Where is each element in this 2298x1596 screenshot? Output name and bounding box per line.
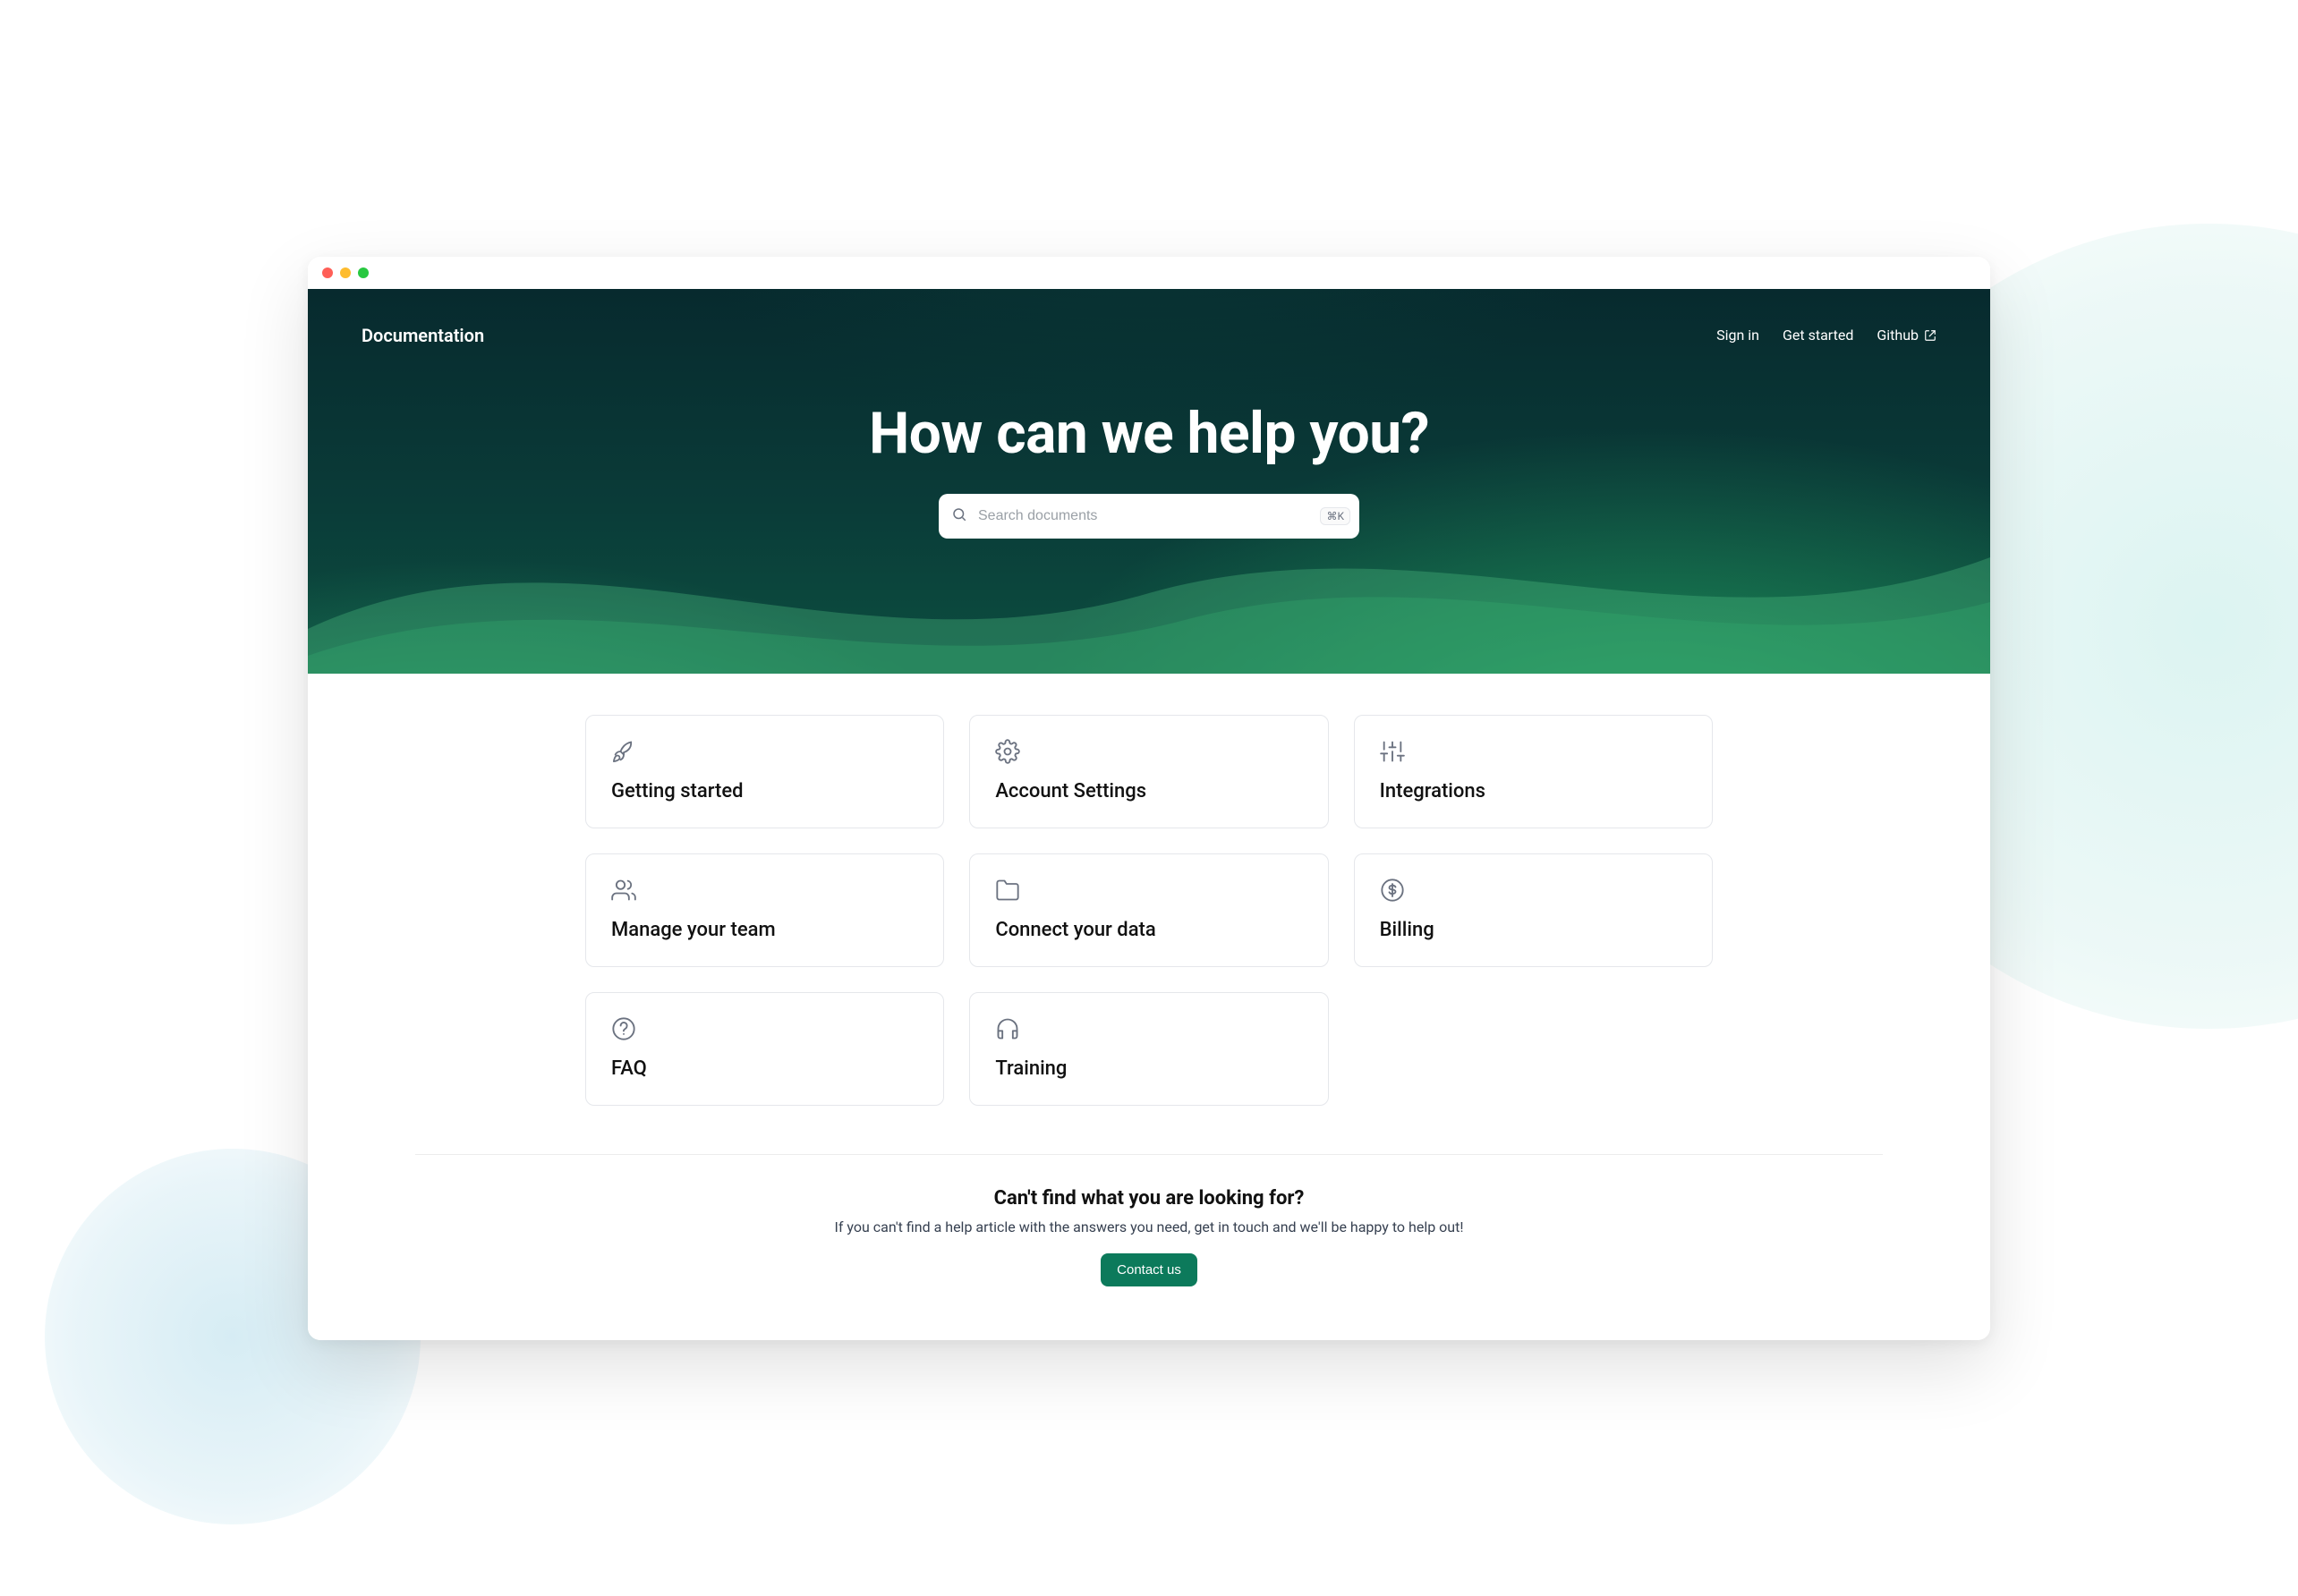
search-input[interactable] — [939, 494, 1359, 539]
users-icon — [611, 878, 918, 906]
content: Getting started Account Settings Integrati… — [308, 674, 1990, 1340]
search-icon — [951, 506, 967, 526]
nav-signin-label: Sign in — [1716, 327, 1759, 344]
card-label: Billing — [1380, 919, 1687, 941]
nav-github-label: Github — [1877, 327, 1919, 344]
contact-us-label: Contact us — [1117, 1262, 1181, 1278]
card-label: Getting started — [611, 780, 918, 802]
card-manage-your-team[interactable]: Manage your team — [585, 853, 944, 967]
window-minimize-dot[interactable] — [340, 267, 351, 278]
search-wrap: ⌘K — [939, 494, 1359, 539]
nav-signin[interactable]: Sign in — [1716, 327, 1759, 344]
card-training[interactable]: Training — [969, 992, 1328, 1106]
card-account-settings[interactable]: Account Settings — [969, 715, 1328, 828]
card-getting-started[interactable]: Getting started — [585, 715, 944, 828]
brand: Documentation — [362, 325, 484, 346]
folder-icon — [995, 878, 1302, 906]
card-label: FAQ — [611, 1057, 918, 1080]
divider — [415, 1154, 1883, 1155]
headset-icon — [995, 1016, 1302, 1045]
contact-us-button[interactable]: Contact us — [1101, 1253, 1197, 1286]
dollar-icon — [1380, 878, 1687, 906]
card-label: Account Settings — [995, 780, 1302, 802]
hero: Documentation Sign in Get started Github… — [308, 289, 1990, 674]
card-integrations[interactable]: Integrations — [1354, 715, 1713, 828]
cta-heading: Can't find what you are looking for? — [362, 1187, 1936, 1210]
card-label: Integrations — [1380, 780, 1687, 802]
card-connect-your-data[interactable]: Connect your data — [969, 853, 1328, 967]
nav-get-started[interactable]: Get started — [1783, 327, 1853, 344]
app-window: Documentation Sign in Get started Github… — [308, 257, 1990, 1340]
card-label: Manage your team — [611, 919, 918, 941]
search-shortcut: ⌘K — [1320, 507, 1350, 525]
sliders-icon — [1380, 739, 1687, 768]
question-icon — [611, 1016, 918, 1045]
window-close-dot[interactable] — [322, 267, 333, 278]
external-link-icon — [1924, 329, 1936, 342]
card-billing[interactable]: Billing — [1354, 853, 1713, 967]
card-label: Training — [995, 1057, 1302, 1080]
nav-github[interactable]: Github — [1877, 327, 1936, 344]
window-zoom-dot[interactable] — [358, 267, 369, 278]
cta: Can't find what you are looking for? If … — [362, 1187, 1936, 1286]
card-label: Connect your data — [995, 919, 1302, 941]
top-nav: Sign in Get started Github — [1716, 327, 1936, 344]
cta-text: If you can't find a help article with th… — [362, 1218, 1936, 1235]
hero-title: How can we help you? — [362, 400, 1936, 467]
rocket-icon — [611, 739, 918, 768]
card-grid: Getting started Account Settings Integrati… — [585, 715, 1713, 1106]
window-titlebar — [308, 257, 1990, 289]
nav-get-started-label: Get started — [1783, 327, 1853, 344]
settings-icon — [995, 739, 1302, 768]
card-faq[interactable]: FAQ — [585, 992, 944, 1106]
